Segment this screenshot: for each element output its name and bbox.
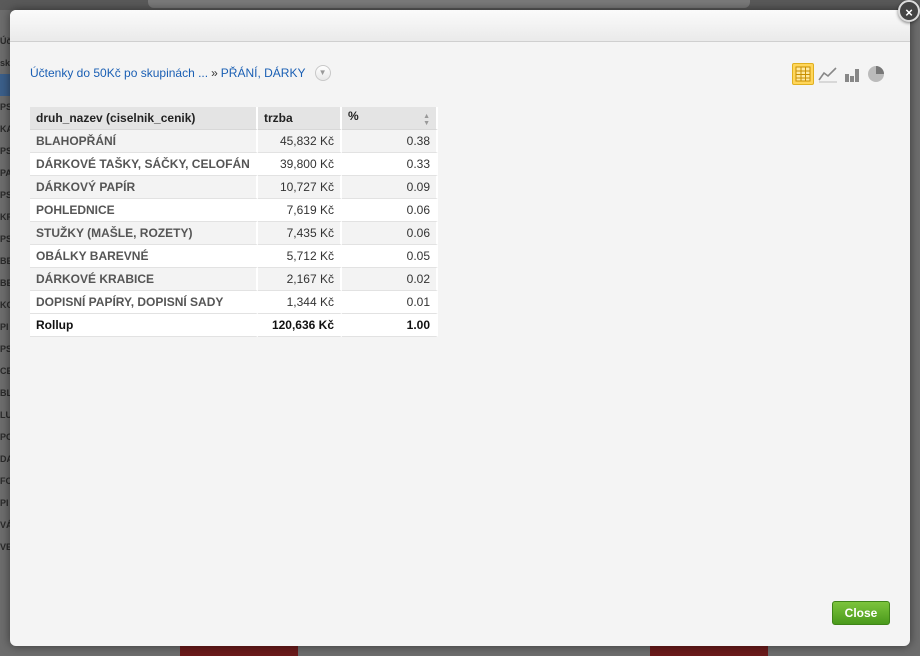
close-icon[interactable]: × xyxy=(898,0,920,22)
bar-chart-icon[interactable] xyxy=(841,63,863,85)
background-red-bar xyxy=(650,646,768,656)
close-button[interactable]: Close xyxy=(832,601,890,625)
cell-pct: 0.09 xyxy=(342,176,438,199)
view-switcher xyxy=(792,63,888,85)
modal-dialog: Účtenky do 50Kč po skupinách ...» PŘÁNÍ, … xyxy=(10,10,910,646)
cell-pct: 0.06 xyxy=(342,222,438,245)
table-row[interactable]: DÁRKOVÉ TAŠKY, SÁČKY, CELOFÁN 39,800 Kč 0.… xyxy=(30,153,438,176)
modal-header xyxy=(10,10,910,42)
data-table: druh_nazev (ciselnik_cenik) trzba % ▲ ▼ BL… xyxy=(30,107,438,337)
breadcrumb: Účtenky do 50Kč po skupinách ...» PŘÁNÍ, … xyxy=(30,65,331,82)
breadcrumb-separator: » xyxy=(211,66,218,81)
cell-trzba: 2,167 Kč xyxy=(258,268,342,291)
cell-name: DOPISNÍ PAPÍRY, DOPISNÍ SADY xyxy=(30,291,258,314)
rollup-cell-name: Rollup xyxy=(30,314,258,337)
cell-trzba: 45,832 Kč xyxy=(258,130,342,153)
cell-name: STUŽKY (MAŠLE, ROZETY) xyxy=(30,222,258,245)
line-chart-icon[interactable] xyxy=(817,63,839,85)
column-header-percent-label: % xyxy=(348,109,359,123)
table-row[interactable]: DOPISNÍ PAPÍRY, DOPISNÍ SADY 1,344 Kč 0.01 xyxy=(30,291,438,314)
table-row[interactable]: DÁRKOVÝ PAPÍR 10,727 Kč 0.09 xyxy=(30,176,438,199)
cell-name: DÁRKOVÉ KRABICE xyxy=(30,268,258,291)
table-row[interactable]: BLAHOPŘÁNÍ 45,832 Kč 0.38 xyxy=(30,130,438,153)
table-row[interactable]: OBÁLKY BAREVNÉ 5,712 Kč 0.05 xyxy=(30,245,438,268)
pie-chart-icon[interactable] xyxy=(865,63,887,85)
cell-pct: 0.05 xyxy=(342,245,438,268)
rollup-row: Rollup 120,636 Kč 1.00 xyxy=(30,314,438,337)
table-row[interactable]: POHLEDNICE 7,619 Kč 0.06 xyxy=(30,199,438,222)
cell-pct: 0.06 xyxy=(342,199,438,222)
cell-trzba: 1,344 Kč xyxy=(258,291,342,314)
cell-name: OBÁLKY BAREVNÉ xyxy=(30,245,258,268)
cell-trzba: 39,800 Kč xyxy=(258,153,342,176)
cell-name: DÁRKOVÉ TAŠKY, SÁČKY, CELOFÁN xyxy=(30,153,258,176)
cell-trzba: 10,727 Kč xyxy=(258,176,342,199)
cell-trzba: 7,619 Kč xyxy=(258,199,342,222)
rollup-cell-pct: 1.00 xyxy=(342,314,438,337)
cell-name: DÁRKOVÝ PAPÍR xyxy=(30,176,258,199)
background-tab xyxy=(148,0,750,8)
sort-arrows-icon[interactable]: ▲ ▼ xyxy=(423,113,430,127)
breadcrumb-parent-link[interactable]: Účtenky do 50Kč po skupinách ... xyxy=(30,66,208,80)
column-header-percent[interactable]: % ▲ ▼ xyxy=(342,107,438,130)
rollup-cell-trzba: 120,636 Kč xyxy=(258,314,342,337)
column-header-name[interactable]: druh_nazev (ciselnik_cenik) xyxy=(30,107,258,130)
cell-pct: 0.01 xyxy=(342,291,438,314)
cell-name: POHLEDNICE xyxy=(30,199,258,222)
chevron-down-icon[interactable]: ▼ xyxy=(314,65,331,81)
table-header-row: druh_nazev (ciselnik_cenik) trzba % ▲ ▼ xyxy=(30,107,438,130)
breadcrumb-current-link[interactable]: PŘÁNÍ, DÁRKY xyxy=(221,66,305,80)
table-row[interactable]: DÁRKOVÉ KRABICE 2,167 Kč 0.02 xyxy=(30,268,438,291)
column-header-trzba[interactable]: trzba xyxy=(258,107,342,130)
table-view-icon[interactable] xyxy=(792,63,814,85)
cell-pct: 0.02 xyxy=(342,268,438,291)
cell-pct: 0.38 xyxy=(342,130,438,153)
cell-trzba: 7,435 Kč xyxy=(258,222,342,245)
cell-trzba: 5,712 Kč xyxy=(258,245,342,268)
cell-name: BLAHOPŘÁNÍ xyxy=(30,130,258,153)
table-row[interactable]: STUŽKY (MAŠLE, ROZETY) 7,435 Kč 0.06 xyxy=(30,222,438,245)
cell-pct: 0.33 xyxy=(342,153,438,176)
background-red-bar xyxy=(180,646,298,656)
